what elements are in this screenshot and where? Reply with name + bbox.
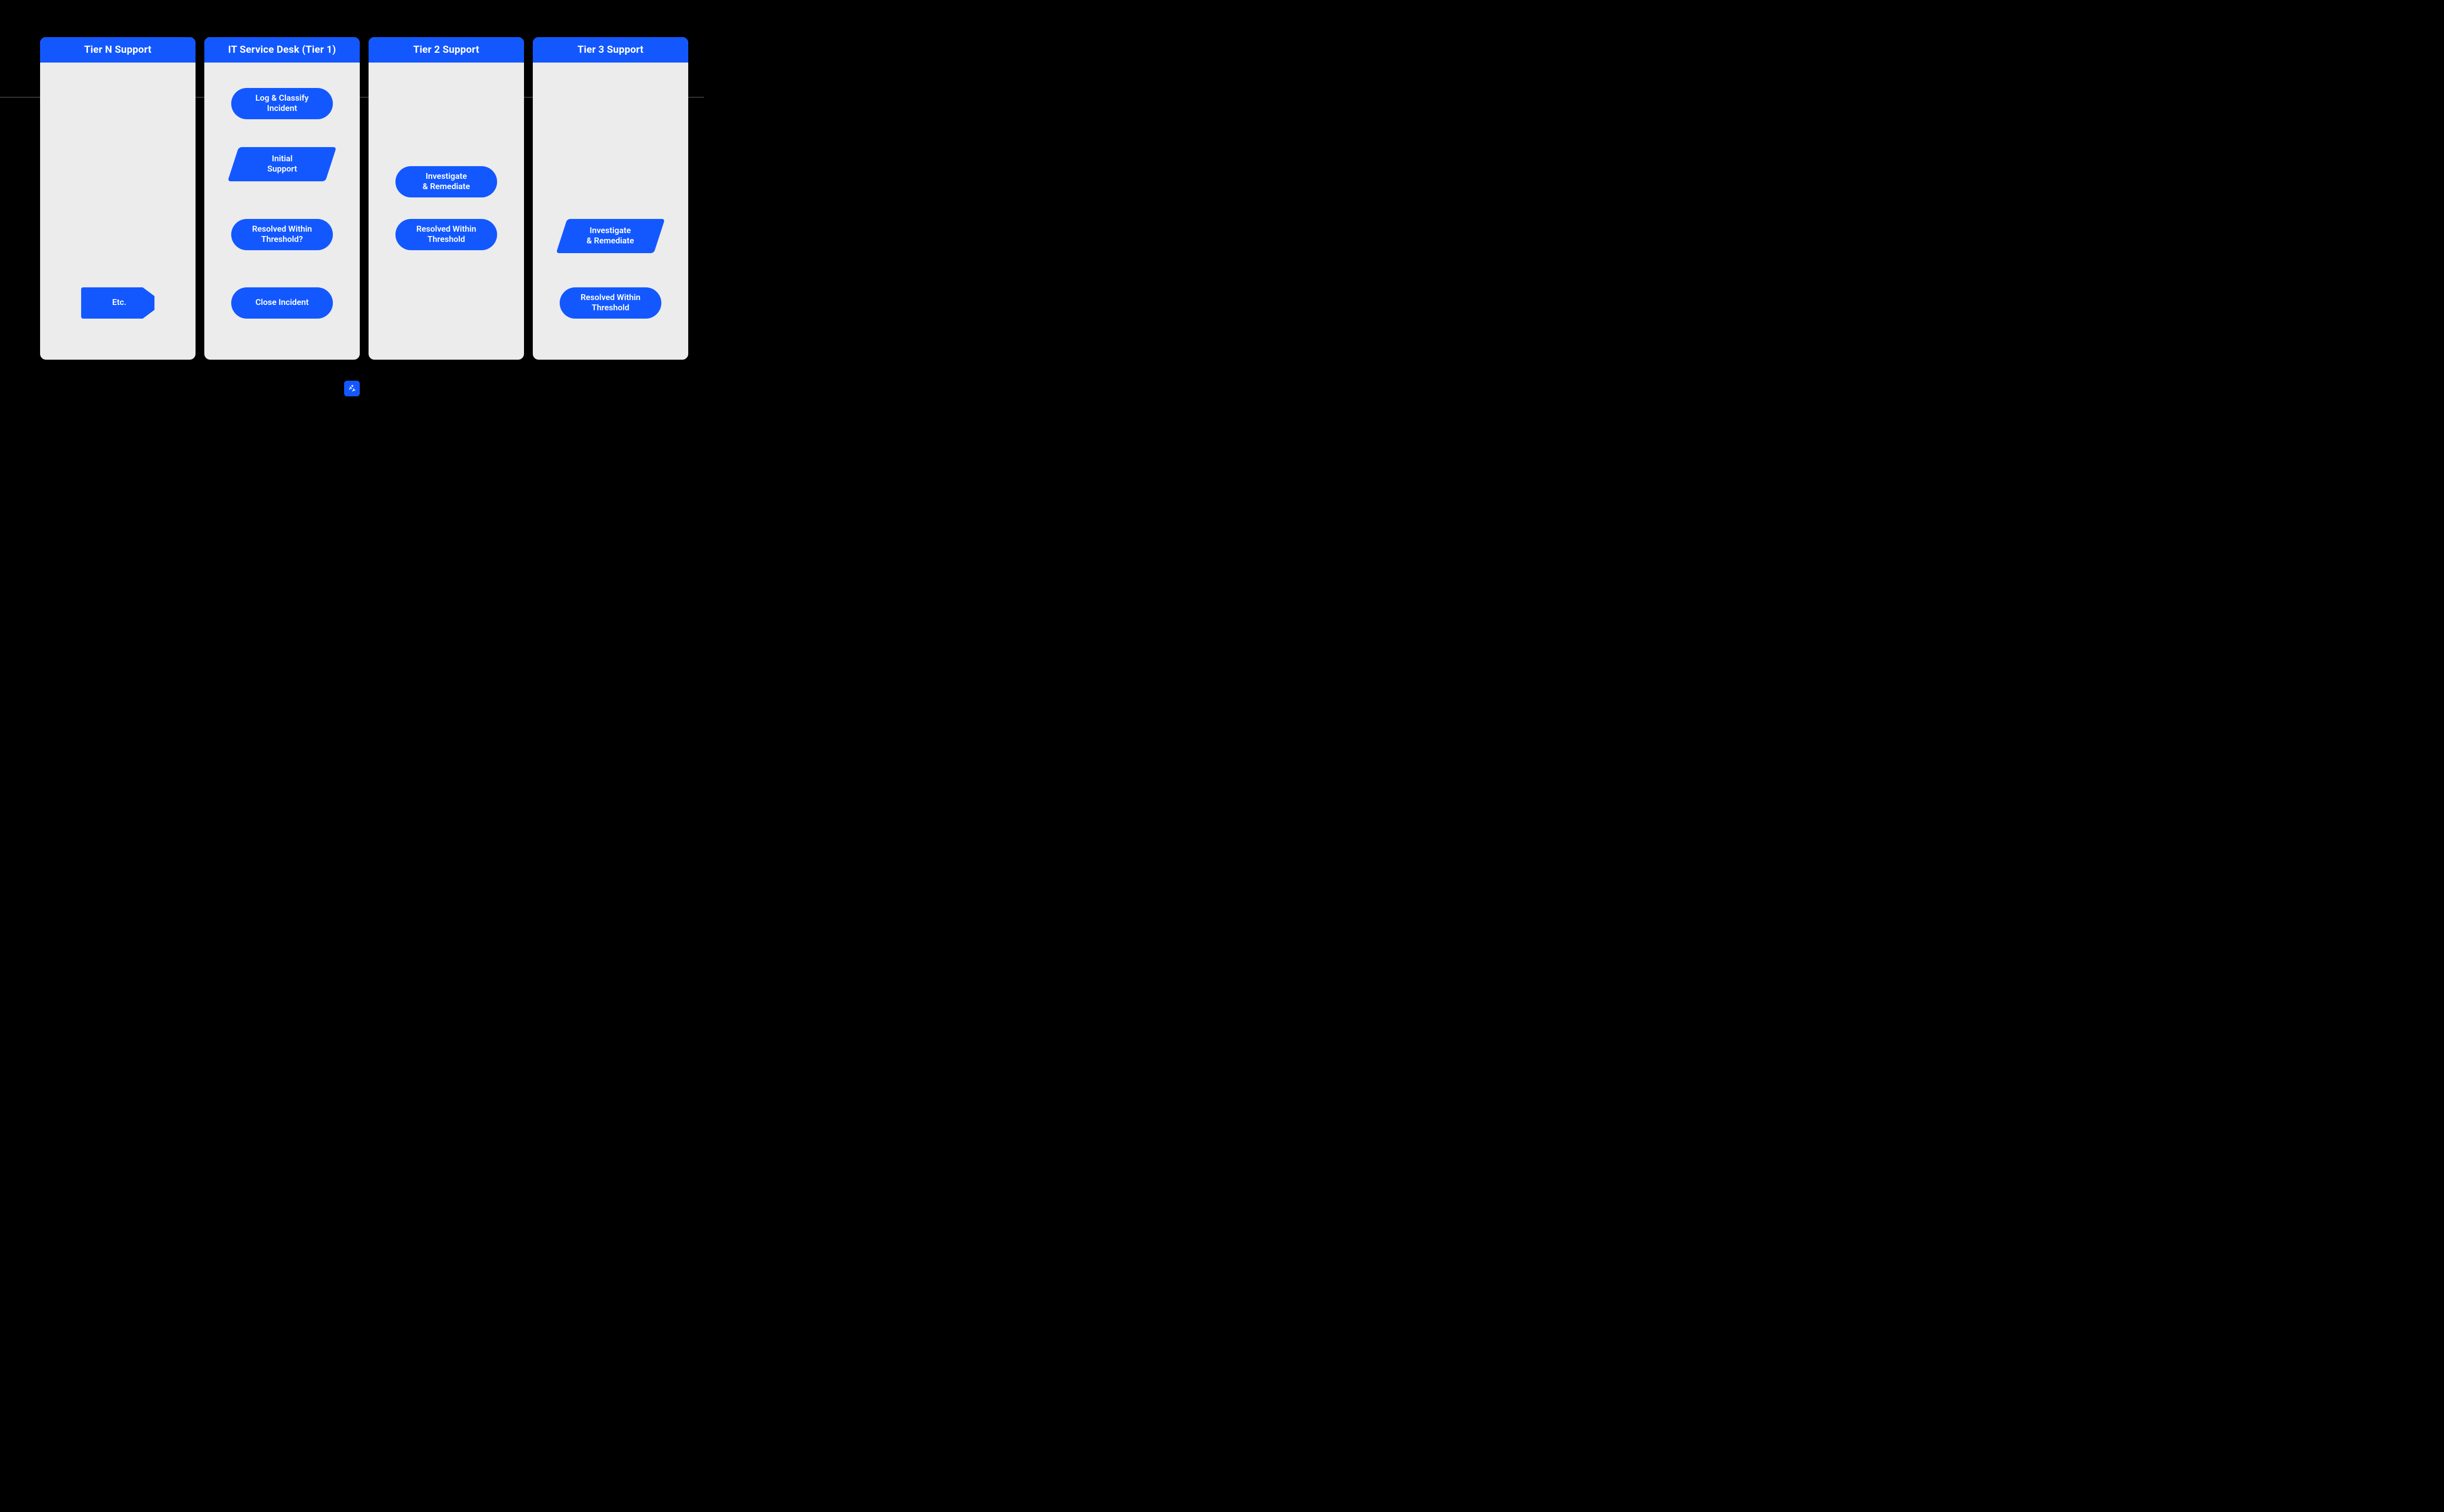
lane-tier1: IT Service Desk (Tier 1) Log & Classify … xyxy=(204,37,360,360)
swimlane-container: IT Service Desk (Tier 1) Log & Classify … xyxy=(40,37,688,360)
brand-badge xyxy=(344,381,360,396)
lane-header-tier1: IT Service Desk (Tier 1) xyxy=(204,37,360,63)
node-label: Log & Classify Incident xyxy=(255,93,308,114)
lane-title: Tier 3 Support xyxy=(577,44,643,56)
node-etc: Etc. xyxy=(81,287,154,319)
node-label: Resolved Within Threshold xyxy=(581,293,641,314)
lane-title: Tier 2 Support xyxy=(413,44,479,56)
lane-tier3: Tier 3 Support Investigate & Remediate R… xyxy=(533,37,688,360)
lane-header-tier2: Tier 2 Support xyxy=(369,37,524,63)
node-t3-investigate: Investigate & Remediate xyxy=(556,219,665,253)
lane-body-tierN: Etc. xyxy=(40,63,196,360)
node-label: Resolved Within Threshold? xyxy=(252,224,312,245)
lane-body-tier2: Investigate & Remediate Resolved Within … xyxy=(369,63,524,360)
lane-body-tier1: Log & Classify Incident Initial Support … xyxy=(204,63,360,360)
lane-tier2: Tier 2 Support Investigate & Remediate R… xyxy=(369,37,524,360)
lane-title: IT Service Desk (Tier 1) xyxy=(228,44,336,56)
node-label: Investigate & Remediate xyxy=(422,172,470,193)
sparkle-icon xyxy=(348,384,356,393)
lane-title: Tier N Support xyxy=(84,44,152,56)
node-initial-support: Initial Support xyxy=(228,147,337,181)
node-label: Etc. xyxy=(112,298,127,308)
node-close-incident: Close Incident xyxy=(231,287,333,319)
diagram-canvas: IT Service Desk (Tier 1) Log & Classify … xyxy=(0,0,704,409)
node-t2-resolved: Resolved Within Threshold xyxy=(395,219,497,250)
node-t3-resolved: Resolved Within Threshold xyxy=(560,287,661,319)
lane-header-tierN: Tier N Support xyxy=(40,37,196,63)
node-label: Investigate & Remediate xyxy=(587,226,634,247)
lane-body-tier3: Investigate & Remediate Resolved Within … xyxy=(533,63,688,360)
lane-header-tier3: Tier 3 Support xyxy=(533,37,688,63)
node-label: Resolved Within Threshold xyxy=(416,224,477,245)
node-label: Close Incident xyxy=(256,298,309,308)
node-log-classify: Log & Classify Incident xyxy=(231,88,333,119)
node-resolved-threshold-q: Resolved Within Threshold? xyxy=(231,219,333,250)
lane-tierN: Tier N Support Etc. xyxy=(40,37,196,360)
node-label: Initial Support xyxy=(267,154,297,175)
node-t2-investigate: Investigate & Remediate xyxy=(395,166,497,197)
